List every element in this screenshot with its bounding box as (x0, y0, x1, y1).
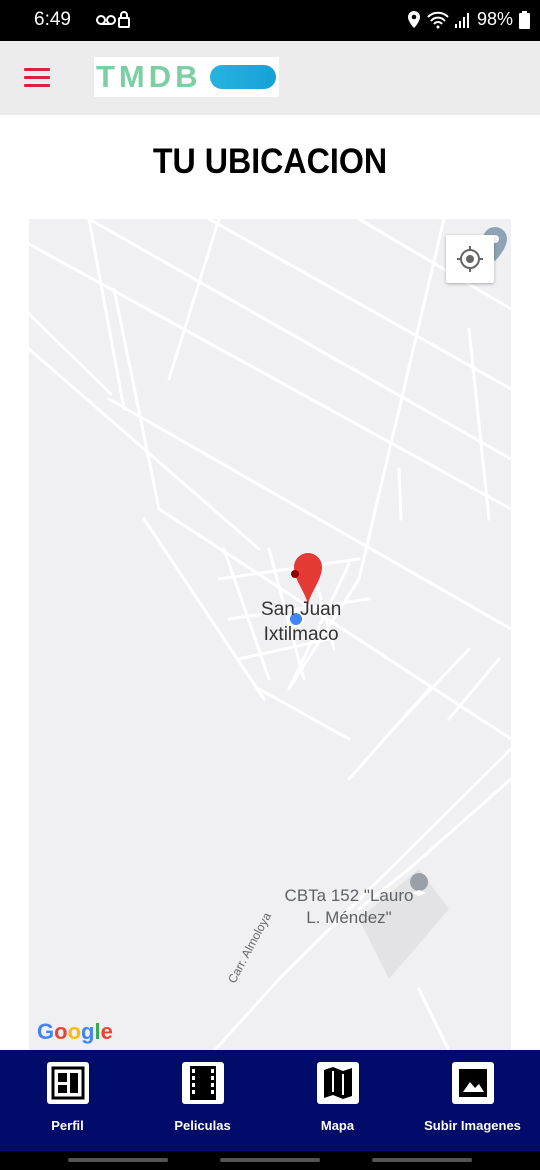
town-label-line1: San Juan (261, 599, 342, 620)
school-label-line1: CBTa 152 "Lauro (284, 886, 414, 905)
system-nav-bar (0, 1151, 540, 1170)
school-label-line2: L. Méndez" (306, 908, 392, 927)
town-label-line2: Ixtilmaco (263, 624, 339, 645)
my-location-button[interactable] (446, 235, 494, 283)
nav-label-perfil: Perfil (51, 1118, 84, 1133)
film-icon (181, 1062, 224, 1104)
signal-icon (454, 12, 469, 28)
google-logo: Google (37, 1019, 113, 1044)
crosshair-icon (457, 246, 483, 272)
battery-percent: 98% (476, 9, 513, 29)
status-time: 6:49 (34, 9, 71, 30)
voicemail-icon (96, 10, 132, 35)
status-bar: 6:49 98% (0, 0, 540, 41)
map-view[interactable]: San Juan Ixtilmaco CBTa 152 "Lauro L. Mé… (29, 219, 511, 1051)
nav-label-subir-imagenes: Subir Imagenes (424, 1118, 521, 1133)
hamburger-menu-icon[interactable] (24, 68, 50, 88)
battery-icon (519, 10, 530, 29)
nav-item-perfil[interactable]: Perfil (0, 1050, 135, 1151)
page-title: TU UBICACION (152, 142, 388, 181)
bottom-nav: Perfil Peliculas Mapa Subir Imagenes (0, 1050, 540, 1151)
app-header: TMDB (0, 41, 540, 115)
nav-label-mapa: Mapa (320, 1118, 355, 1133)
town-label: San Juan Ixtilmaco (261, 597, 341, 647)
app-logo: TMDB (94, 57, 279, 97)
wifi-icon (427, 11, 449, 28)
logo-text: TMDB (96, 59, 202, 94)
school-label[interactable]: CBTa 152 "Lauro L. Méndez" (283, 885, 415, 929)
image-icon (451, 1062, 494, 1104)
map-icon (316, 1062, 359, 1104)
logo-pill (209, 65, 276, 89)
nav-item-subir-imagenes[interactable]: Subir Imagenes (405, 1050, 540, 1151)
recent-apps-button[interactable] (68, 1158, 168, 1162)
home-button[interactable] (220, 1158, 320, 1162)
location-icon (407, 10, 420, 28)
profile-icon (46, 1062, 89, 1104)
nav-item-peliculas[interactable]: Peliculas (135, 1050, 270, 1151)
nav-item-mapa[interactable]: Mapa (270, 1050, 405, 1151)
nav-label-peliculas: Peliculas (174, 1118, 231, 1133)
status-icons: 98% (407, 9, 530, 30)
back-button[interactable] (372, 1158, 472, 1162)
